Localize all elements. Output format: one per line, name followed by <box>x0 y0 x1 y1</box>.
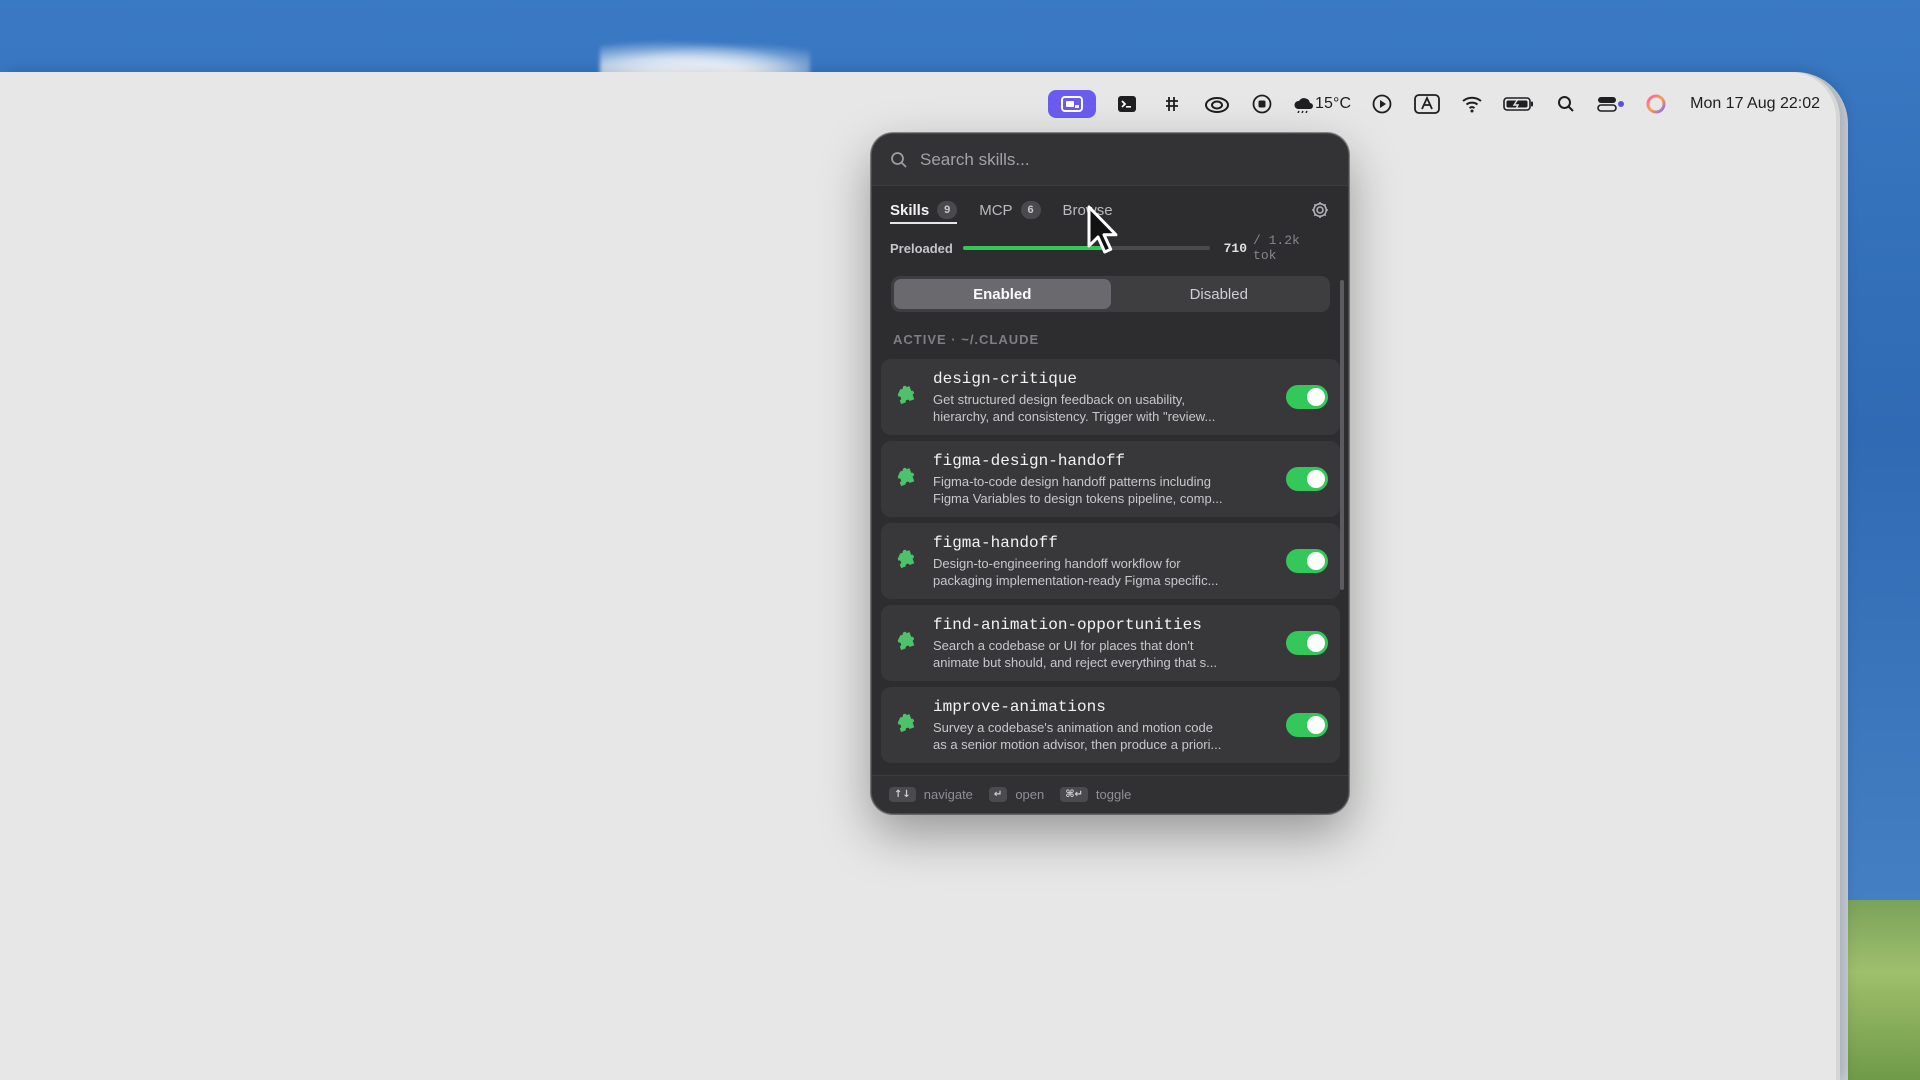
input-source-icon[interactable] <box>1413 90 1441 118</box>
enabled-disabled-segmented-control: Enabled Disabled <box>891 276 1330 312</box>
search-bar <box>872 134 1348 186</box>
puzzle-piece-icon <box>897 467 915 487</box>
skill-description-line-2: Figma Variables to design tokens pipelin… <box>933 490 1223 506</box>
weather-widget[interactable]: 15°C <box>1293 90 1351 118</box>
skill-row-design-critique[interactable]: design-critique Get structured design fe… <box>881 359 1340 435</box>
search-input[interactable] <box>920 149 1300 170</box>
scrollbar[interactable] <box>1340 280 1344 590</box>
skill-list: design-critique Get structured design fe… <box>881 359 1340 763</box>
preload-total: / 1.2k tok <box>1253 233 1300 263</box>
puzzle-piece-icon <box>897 631 915 651</box>
skill-row-figma-design-handoff[interactable]: figma-design-handoff Figma-to-code desig… <box>881 441 1340 517</box>
skills-content: Enabled Disabled ACTIVE · ~/.CLAUDE desi… <box>872 276 1348 781</box>
weather-temperature: 15°C <box>1314 95 1352 112</box>
battery-icon[interactable] <box>1503 90 1535 118</box>
skill-description-line-1: Survey a codebase's animation and motion… <box>933 719 1213 735</box>
skill-name: design-critique <box>933 369 1078 388</box>
navigate-key: ↑↓ <box>889 787 916 802</box>
skill-description-line-1: Get structured design feedback on usabil… <box>933 391 1185 407</box>
segment-disabled[interactable]: Disabled <box>1111 279 1328 309</box>
keyboard-hints-footer: ↑↓ navigate ↵ open ⌘↵ toggle <box>872 775 1348 813</box>
record-icon[interactable] <box>1248 90 1276 118</box>
skill-enabled-toggle[interactable] <box>1286 631 1328 655</box>
preload-label: Preloaded <box>890 240 953 256</box>
open-hint: open <box>1015 787 1045 802</box>
puzzle-piece-icon <box>897 713 915 733</box>
skill-description-line-1: Figma-to-code design handoff patterns in… <box>933 473 1211 489</box>
mouse-cursor-icon <box>1087 205 1118 254</box>
skill-description-line-1: Design-to-engineering handoff workflow f… <box>933 555 1181 571</box>
tab-mcp[interactable]: MCP 6 <box>979 186 1041 234</box>
skill-enabled-toggle[interactable] <box>1286 713 1328 737</box>
section-title: ACTIVE · ~/.CLAUDE <box>893 332 1040 347</box>
skill-row-figma-handoff[interactable]: figma-handoff Design-to-engineering hand… <box>881 523 1340 599</box>
skill-description-line-2: as a senior motion advisor, then produce… <box>933 736 1222 752</box>
tab-mcp-label: MCP <box>979 201 1013 219</box>
open-key: ↵ <box>988 787 1008 802</box>
menu-bar: 15°C Mon 17 Aug 22:02 <box>1030 88 1820 120</box>
play-icon[interactable] <box>1368 90 1396 118</box>
skills-menubar-app-icon[interactable] <box>1047 90 1096 118</box>
skill-name: improve-animations <box>933 697 1106 716</box>
skill-description-line-1: Search a codebase or UI for places that … <box>933 637 1194 653</box>
search-icon <box>891 151 907 168</box>
gear-icon[interactable] <box>1310 200 1330 220</box>
menubar-clock[interactable]: Mon 17 Aug 22:02 <box>1690 90 1820 118</box>
toggle-key: ⌘↵ <box>1060 787 1088 802</box>
skill-enabled-toggle[interactable] <box>1286 467 1328 491</box>
spotlight-search-icon[interactable] <box>1552 90 1580 118</box>
skill-enabled-toggle[interactable] <box>1286 385 1328 409</box>
skill-name: figma-handoff <box>933 533 1058 552</box>
creative-cloud-icon[interactable] <box>1203 90 1231 118</box>
preload-used: 710 <box>1223 240 1248 256</box>
skill-row-find-animation-opportunities[interactable]: find-animation-opportunities Search a co… <box>881 605 1340 681</box>
skill-description-line-2: packaging implementation-ready Figma spe… <box>933 572 1219 588</box>
tab-skills-label: Skills <box>890 201 930 219</box>
terminal-icon[interactable] <box>1113 90 1141 118</box>
puzzle-piece-icon <box>897 385 915 405</box>
navigate-hint: navigate <box>923 787 973 802</box>
tab-skills[interactable]: Skills 9 <box>890 186 958 234</box>
control-center-icon[interactable] <box>1597 90 1625 118</box>
tab-mcp-count: 6 <box>1020 201 1041 219</box>
tab-skills-count: 9 <box>937 201 958 219</box>
skill-name: figma-design-handoff <box>933 451 1126 470</box>
code-icon[interactable] <box>1158 90 1186 118</box>
skill-enabled-toggle[interactable] <box>1286 549 1328 573</box>
skill-name: find-animation-opportunities <box>933 615 1202 634</box>
siri-icon[interactable] <box>1642 90 1670 118</box>
skill-description-line-2: hierarchy, and consistency. Trigger with… <box>933 408 1216 424</box>
segment-enabled[interactable]: Enabled <box>894 279 1111 309</box>
puzzle-piece-icon <box>897 549 915 569</box>
skill-description-line-2: animate but should, and reject everythin… <box>933 654 1218 670</box>
toggle-hint: toggle <box>1095 787 1132 802</box>
wifi-icon[interactable] <box>1458 90 1486 118</box>
skill-row-improve-animations[interactable]: improve-animations Survey a codebase's a… <box>881 687 1340 763</box>
